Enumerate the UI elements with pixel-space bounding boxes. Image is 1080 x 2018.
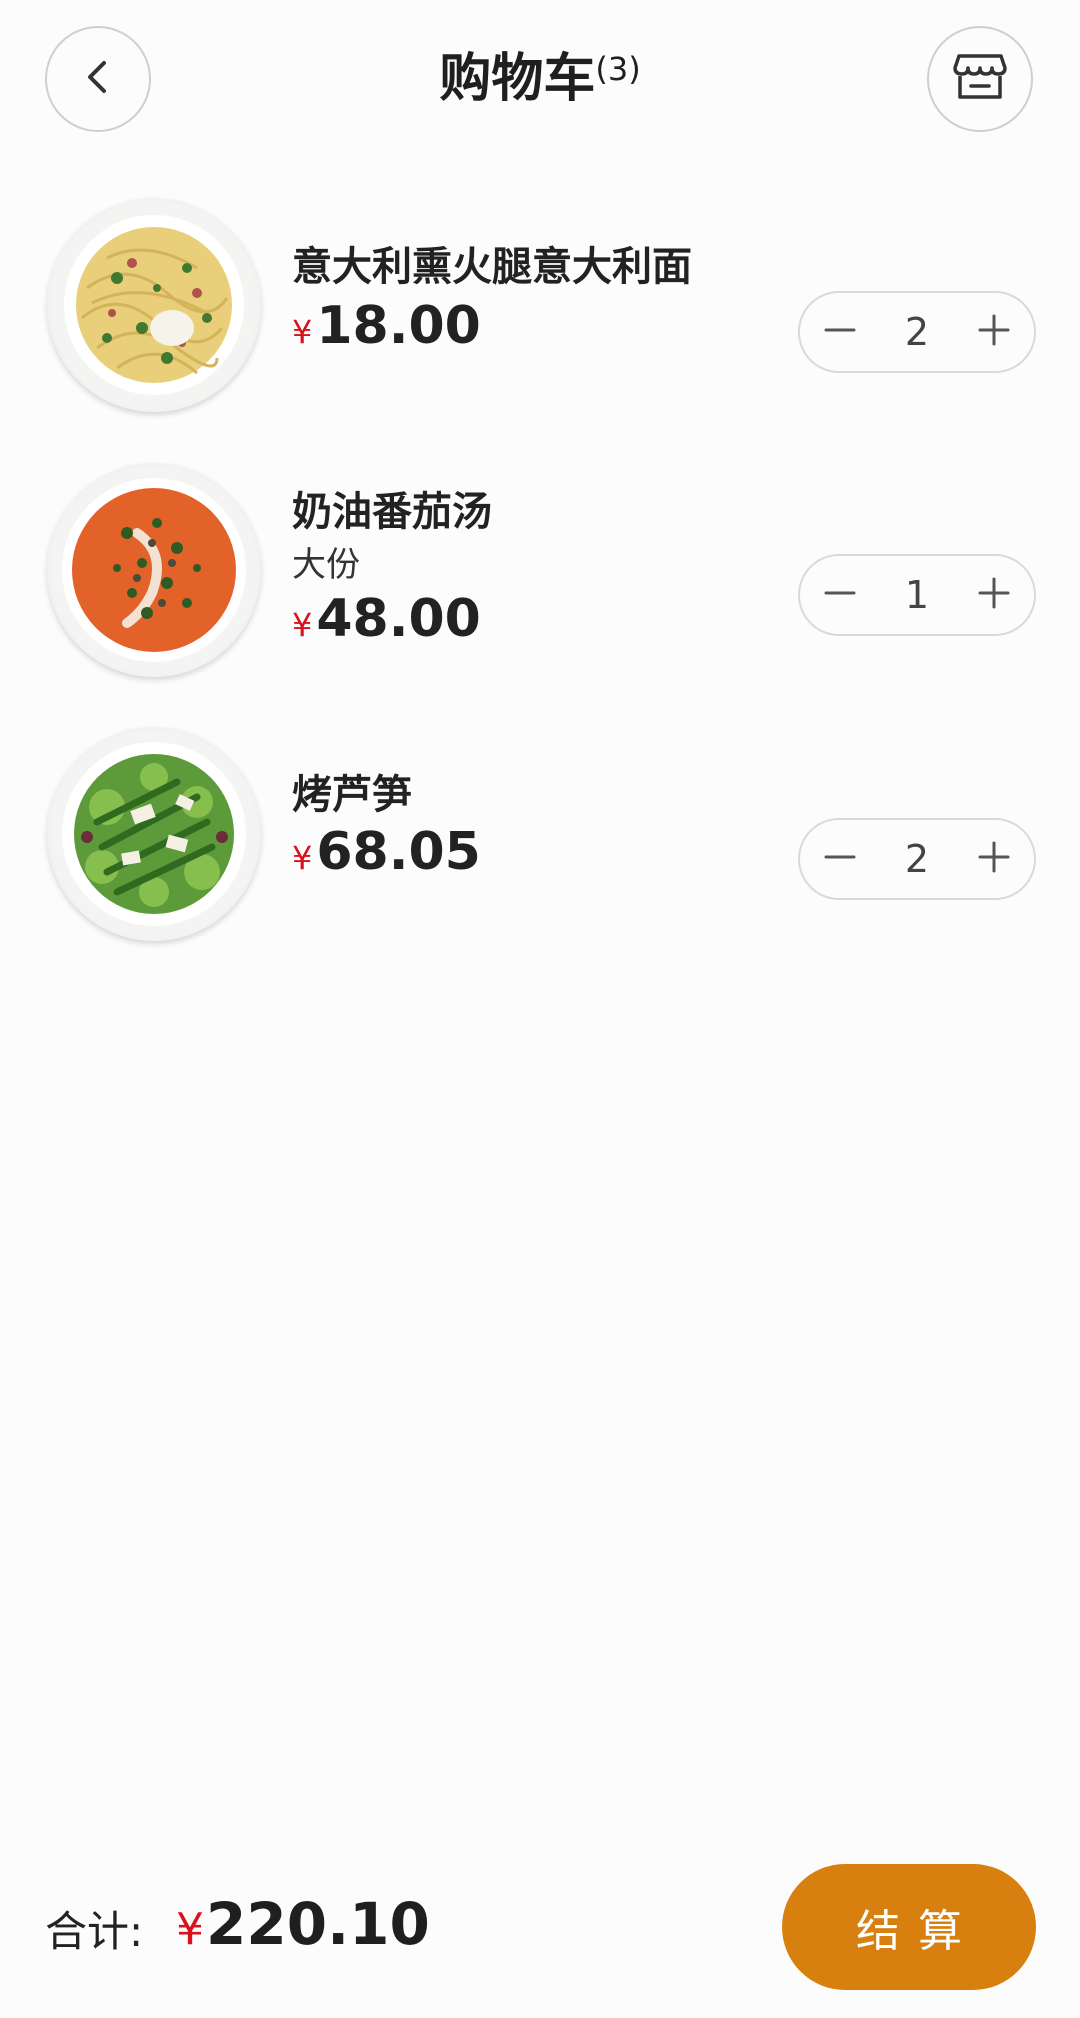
item-name: 烤芦笋 xyxy=(292,772,412,818)
store-button[interactable] xyxy=(927,26,1033,132)
item-price-value: 18.00 xyxy=(316,296,481,356)
currency-symbol: ¥ xyxy=(292,839,313,877)
cart-item: 奶油番茄汤 大份 ¥48.00 1 xyxy=(0,463,1080,683)
page-title-text: 购物车 xyxy=(439,49,596,109)
checkout-button[interactable]: 结算 xyxy=(782,1864,1036,1990)
plus-icon xyxy=(977,313,1011,351)
decrement-button[interactable] xyxy=(800,556,880,634)
item-price: ¥68.05 xyxy=(292,822,481,882)
store-icon xyxy=(953,52,1007,106)
quantity-value: 1 xyxy=(904,573,930,617)
cart-count: (3) xyxy=(595,50,641,88)
item-variant: 大份 xyxy=(292,545,360,585)
decrement-button[interactable] xyxy=(800,820,880,898)
item-price: ¥48.00 xyxy=(292,589,481,649)
currency-symbol: ¥ xyxy=(292,313,313,351)
cart-item: 意大利熏火腿意大利面 ¥18.00 2 xyxy=(0,198,1080,418)
minus-icon xyxy=(823,840,857,878)
cart-item: 烤芦笋 ¥68.05 2 xyxy=(0,727,1080,947)
increment-button[interactable] xyxy=(954,293,1034,371)
quantity-stepper: 2 xyxy=(798,818,1036,900)
minus-icon xyxy=(823,313,857,351)
item-name: 奶油番茄汤 xyxy=(292,489,492,535)
item-price-value: 48.00 xyxy=(316,589,481,649)
currency-symbol: ¥ xyxy=(292,606,313,644)
decrement-button[interactable] xyxy=(800,293,880,371)
increment-button[interactable] xyxy=(954,820,1034,898)
currency-symbol: ¥ xyxy=(176,1904,204,1955)
plus-icon xyxy=(977,576,1011,614)
asparagus-salad-image xyxy=(47,727,261,941)
increment-button[interactable] xyxy=(954,556,1034,634)
item-name: 意大利熏火腿意大利面 xyxy=(292,244,692,290)
total-label: 合计: xyxy=(45,1907,144,1956)
page-title: 购物车(3) xyxy=(0,40,1080,118)
quantity-stepper: 1 xyxy=(798,554,1036,636)
item-price: ¥18.00 xyxy=(292,296,481,356)
plus-icon xyxy=(977,840,1011,878)
spaghetti-dish-image xyxy=(47,198,261,412)
quantity-value: 2 xyxy=(904,310,930,354)
tomato-soup-image xyxy=(47,463,261,677)
quantity-stepper: 2 xyxy=(798,291,1036,373)
item-price-value: 68.05 xyxy=(316,822,481,882)
quantity-value: 2 xyxy=(904,837,930,881)
total-value: 220.10 xyxy=(206,1890,430,1958)
minus-icon xyxy=(823,576,857,614)
total-amount: ¥220.10 xyxy=(176,1890,430,1958)
